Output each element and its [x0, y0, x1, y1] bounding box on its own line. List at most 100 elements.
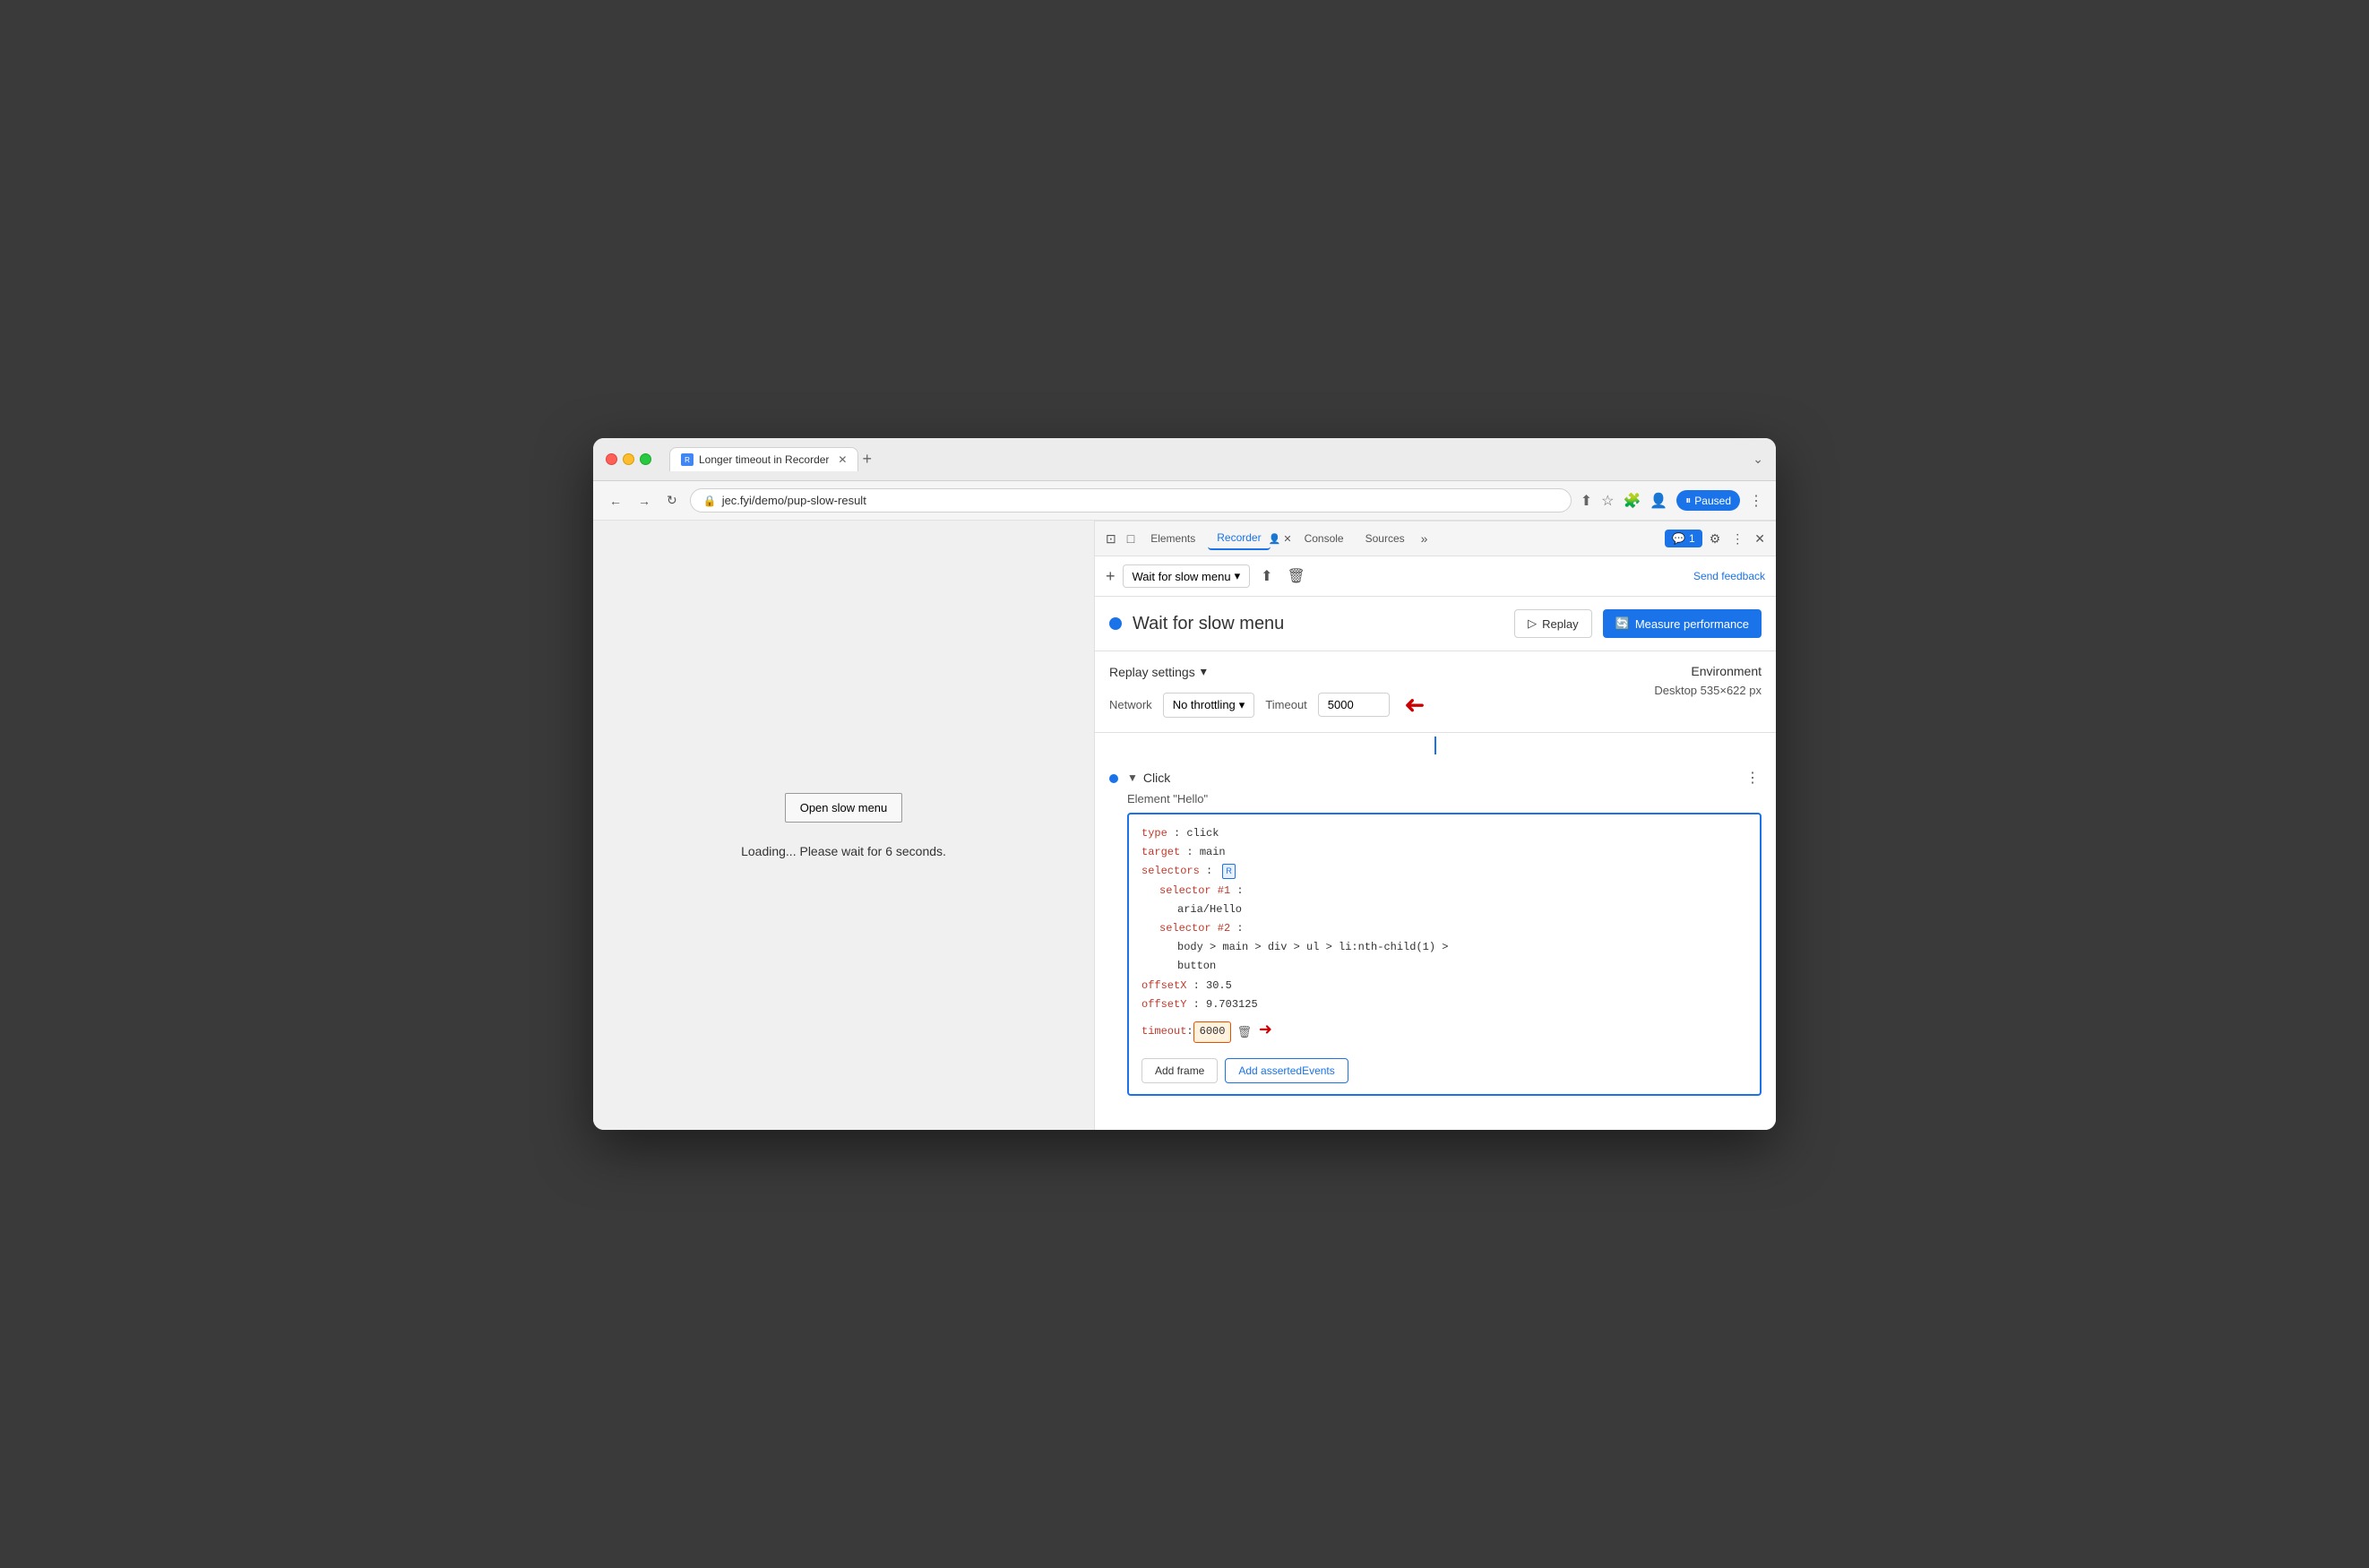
- title-bar: R Longer timeout in Recorder ✕ + ⌄: [593, 438, 1776, 481]
- code-target-line: target : main: [1141, 844, 1747, 861]
- environment-section: Environment Desktop 535×622 px: [1654, 664, 1762, 697]
- replay-settings: Replay settings ▾ Network No throttling …: [1095, 651, 1776, 733]
- recording-indicator: [1109, 617, 1122, 630]
- steps-area: ▼ Click ⋮ Element "Hello" type : click: [1095, 733, 1776, 1130]
- url-text: jec.fyi/demo/pup-slow-result: [722, 494, 1558, 507]
- network-label: Network: [1109, 698, 1152, 711]
- add-asserted-events-button[interactable]: Add assertedEvents: [1225, 1058, 1348, 1083]
- devtools-panel: ⊡ □ Elements Recorder 👤 ✕ Console Source…: [1095, 521, 1776, 1130]
- step-content: ▼ Click ⋮ Element "Hello" type : click: [1127, 767, 1762, 1103]
- timeout-label: Timeout: [1265, 698, 1306, 711]
- environment-title: Environment: [1654, 664, 1762, 678]
- add-frame-button[interactable]: Add frame: [1141, 1058, 1218, 1083]
- tab-title: Longer timeout in Recorder: [699, 453, 829, 466]
- code-offsetX-line: offsetX : 30.5: [1141, 978, 1747, 995]
- title-bar-actions: ⌄: [1753, 452, 1763, 467]
- replay-button[interactable]: ▷ Replay: [1514, 609, 1591, 638]
- step-connector: [1095, 733, 1776, 758]
- bookmark-icon[interactable]: ☆: [1601, 492, 1614, 510]
- export-button[interactable]: ⬆: [1257, 564, 1276, 589]
- address-bar: ← → ↻ 🔒 jec.fyi/demo/pup-slow-result ⬆ ☆…: [593, 481, 1776, 521]
- step-item: ▼ Click ⋮ Element "Hello" type : click: [1095, 758, 1776, 1112]
- settings-icon[interactable]: ⚙: [1706, 528, 1725, 550]
- add-recording-button[interactable]: +: [1106, 567, 1116, 586]
- recording-selector[interactable]: Wait for slow menu ▾: [1123, 564, 1251, 588]
- code-selector1-key-line: selector #1 :: [1141, 883, 1747, 900]
- red-arrow-timeout: ➜: [1259, 1015, 1271, 1049]
- tab-console[interactable]: Console: [1296, 528, 1353, 549]
- device-icon[interactable]: □: [1124, 528, 1138, 549]
- code-offsetY-line: offsetY : 9.703125: [1141, 996, 1747, 1013]
- replay-settings-title[interactable]: Replay settings ▾: [1109, 664, 1425, 679]
- tab-elements[interactable]: Elements: [1141, 528, 1204, 549]
- tab-sources[interactable]: Sources: [1357, 528, 1414, 549]
- address-actions: ⬆ ☆ 🧩 👤 ⏸ Paused ⋮: [1581, 490, 1763, 511]
- step-indicator: [1109, 771, 1118, 783]
- window-controls: ⌄: [1753, 452, 1763, 467]
- close-devtools-button[interactable]: ✕: [1751, 528, 1769, 550]
- code-selector2-val-line: body > main > div > ul > li:nth-child(1)…: [1141, 939, 1747, 956]
- code-block: type : click target : main selectors : R: [1127, 813, 1762, 1096]
- new-tab-button[interactable]: +: [862, 450, 872, 469]
- red-arrow-annotation: ➜: [1404, 690, 1425, 719]
- recording-header: Wait for slow menu ▷ Replay 🔄 Measure pe…: [1095, 597, 1776, 651]
- tab-bar: R Longer timeout in Recorder ✕ +: [669, 447, 1745, 471]
- timeout-value-highlight: 6000: [1193, 1021, 1232, 1042]
- step-expand-icon[interactable]: ▼: [1127, 771, 1138, 784]
- minimize-traffic-light[interactable]: [623, 453, 634, 465]
- throttling-dropdown-icon: ▾: [1239, 698, 1245, 712]
- extension-icon[interactable]: 🧩: [1623, 492, 1641, 510]
- forward-button[interactable]: →: [634, 492, 654, 510]
- delete-timeout-button[interactable]: 🗑: [1236, 1025, 1252, 1039]
- close-traffic-light[interactable]: [606, 453, 617, 465]
- measure-performance-button[interactable]: 🔄 Measure performance: [1603, 609, 1762, 638]
- step-description: Element "Hello": [1127, 792, 1762, 806]
- paused-badge[interactable]: ⏸ Paused: [1676, 490, 1740, 511]
- url-bar[interactable]: 🔒 jec.fyi/demo/pup-slow-result: [690, 488, 1572, 513]
- devtools-more-icon[interactable]: ⋮: [1727, 528, 1747, 550]
- loading-text: Loading... Please wait for 6 seconds.: [741, 844, 946, 858]
- code-type-line: type : click: [1141, 825, 1747, 842]
- notification-badge[interactable]: 💬 1: [1665, 530, 1702, 547]
- code-selector2-key-line: selector #2 :: [1141, 920, 1747, 937]
- share-icon[interactable]: ⬆: [1581, 492, 1592, 510]
- recorder-close-icon[interactable]: 👤 ✕: [1269, 533, 1292, 545]
- settings-row: Network No throttling ▾ Timeout ➜: [1109, 690, 1425, 719]
- code-selector2-val2-line: button: [1141, 958, 1747, 975]
- menu-icon[interactable]: ⋮: [1749, 492, 1763, 510]
- tab-close-button[interactable]: ✕: [838, 453, 847, 466]
- send-feedback-link[interactable]: Send feedback: [1693, 570, 1765, 582]
- more-tabs-button[interactable]: »: [1417, 528, 1432, 549]
- step-dot: [1109, 774, 1118, 783]
- recorder-toolbar: + Wait for slow menu ▾ ⬆ 🗑 Send feedback: [1095, 556, 1776, 597]
- maximize-traffic-light[interactable]: [640, 453, 651, 465]
- selector-icon: R: [1222, 864, 1236, 878]
- code-selector1-val-line: aria/Hello: [1141, 901, 1747, 918]
- throttling-select[interactable]: No throttling ▾: [1163, 693, 1255, 718]
- step-type: Click: [1143, 771, 1170, 785]
- code-actions: Add frame Add assertedEvents: [1141, 1058, 1747, 1083]
- open-slow-menu-button[interactable]: Open slow menu: [785, 793, 903, 823]
- step-more-button[interactable]: ⋮: [1744, 767, 1762, 788]
- replay-settings-left: Replay settings ▾ Network No throttling …: [1109, 664, 1425, 719]
- browser-window: R Longer timeout in Recorder ✕ + ⌄ ← → ↻…: [593, 438, 1776, 1130]
- browser-viewport: Open slow menu Loading... Please wait fo…: [593, 521, 1095, 1130]
- dropdown-arrow-icon: ▾: [1235, 569, 1241, 583]
- tab-recorder[interactable]: Recorder: [1208, 527, 1270, 550]
- devtools-tabs-bar: ⊡ □ Elements Recorder 👤 ✕ Console Source…: [1095, 521, 1776, 556]
- traffic-lights: [606, 453, 651, 465]
- tab-favicon: R: [681, 453, 693, 466]
- timeout-input[interactable]: [1318, 693, 1390, 717]
- recording-title: Wait for slow menu: [1133, 614, 1503, 634]
- code-selectors-line: selectors : R: [1141, 863, 1747, 880]
- back-button[interactable]: ←: [606, 492, 625, 510]
- delete-recording-button[interactable]: 🗑: [1284, 564, 1309, 589]
- refresh-button[interactable]: ↻: [663, 491, 681, 510]
- browser-tab[interactable]: R Longer timeout in Recorder ✕: [669, 447, 858, 471]
- inspector-icon[interactable]: ⊡: [1102, 528, 1120, 550]
- secure-icon: 🔒: [703, 495, 717, 507]
- profile-icon: 👤: [1650, 492, 1667, 510]
- step-header: ▼ Click ⋮: [1127, 767, 1762, 788]
- step-line: [1434, 737, 1436, 754]
- environment-device: Desktop 535×622 px: [1654, 684, 1762, 697]
